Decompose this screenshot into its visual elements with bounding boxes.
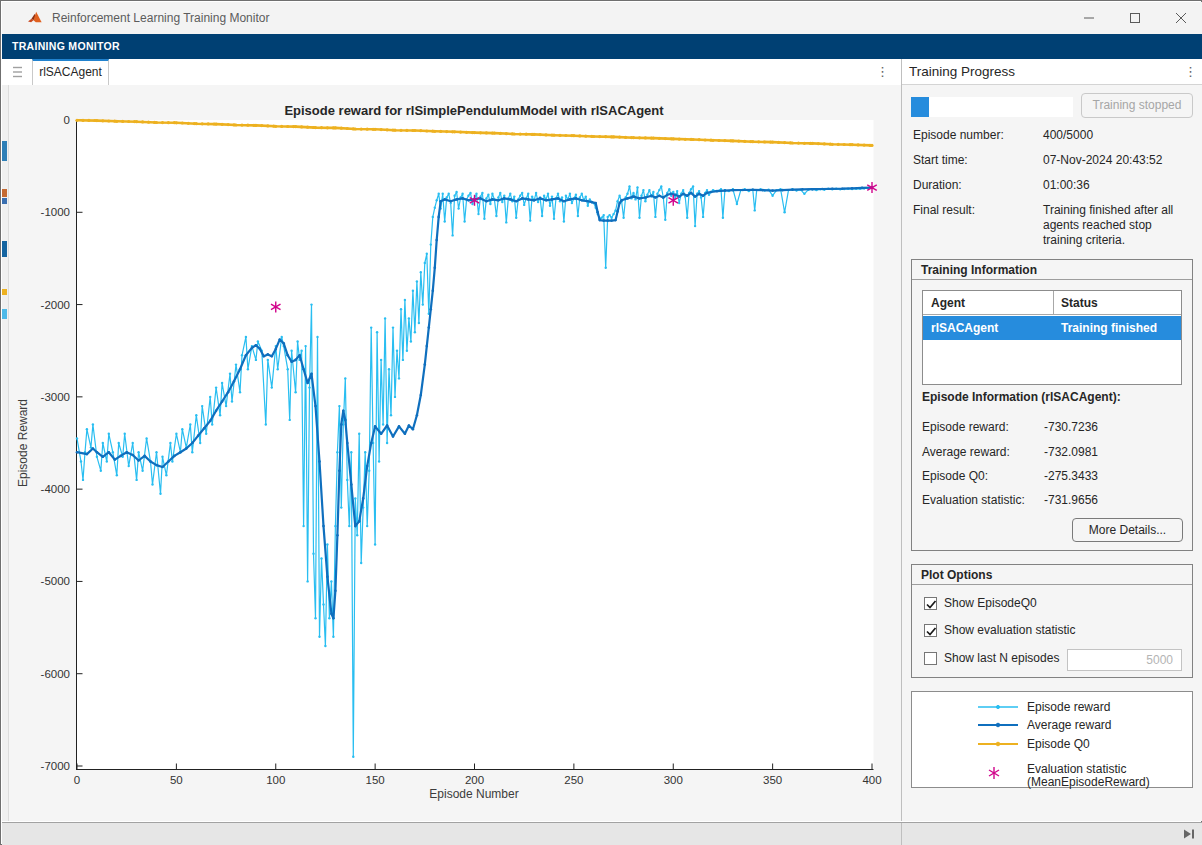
y-tick-label: -7000 xyxy=(41,760,70,772)
n-episodes-input[interactable] xyxy=(1067,649,1182,671)
y-tick-label: -3000 xyxy=(41,391,70,403)
episode-information-title: Episode Information (rlSACAgent): xyxy=(922,390,1121,404)
evaluation-statistic-label: Evaluation statistic: xyxy=(922,493,1025,507)
plot-options-section: Plot Options Show EpisodeQ0 Show evaluat… xyxy=(911,564,1193,678)
show-episodeq0-checkbox[interactable] xyxy=(924,597,937,610)
average-reward-legend-sample xyxy=(977,719,1019,731)
x-tick-label: 300 xyxy=(664,774,683,786)
x-axis-label: Episode Number xyxy=(429,787,518,801)
average-reward-label: Average reward: xyxy=(922,445,1010,459)
training-progress-fill xyxy=(911,97,929,117)
ribbon-tab-training-monitor[interactable]: TRAINING MONITOR xyxy=(12,34,120,59)
figure-area: 0 -1000 -2000 -3000 -4000 -5000 -6000 -7000 0 50 1… xyxy=(2,85,898,821)
show-evaluation-statistic-label: Show evaluation statistic xyxy=(944,624,1075,637)
title-bar: Reinforcement Learning Training Monitor xyxy=(2,2,1202,34)
chart-legend: Episode reward Average reward Episode Q0… xyxy=(911,691,1193,788)
panel-options-icon[interactable]: ⋮ xyxy=(1184,59,1197,85)
start-time-label: Start time: xyxy=(913,153,968,168)
document-tabstrip: rlSACAgent ⋮ xyxy=(2,59,901,85)
plot-area xyxy=(77,120,874,769)
evaluation-statistic-value: -731.9656 xyxy=(1044,493,1098,507)
tab-options-icon[interactable]: ⋮ xyxy=(876,59,889,85)
x-tick-label: 150 xyxy=(366,774,385,786)
evaluation-statistic-legend-sample xyxy=(986,765,1002,781)
chart-title: Episode reward for rlSimplePendulumModel… xyxy=(284,103,664,118)
table-row[interactable]: rlSACAgent Training finished xyxy=(923,316,1181,340)
legend-average-reward: Average reward xyxy=(1027,719,1112,732)
table-header-row: Agent Status xyxy=(923,291,1181,315)
maximize-button[interactable] xyxy=(1112,2,1158,34)
x-tick-label: 100 xyxy=(266,774,285,786)
column-status: Status xyxy=(1053,291,1181,315)
episode-number-label: Episode number: xyxy=(913,128,1004,143)
final-result-value: Training finished after all agents reach… xyxy=(1043,203,1189,248)
x-tick-label: 350 xyxy=(763,774,782,786)
y-tick-label: -2000 xyxy=(41,299,70,311)
average-reward-value: -732.0981 xyxy=(1044,445,1098,459)
y-axis-label: Episode Reward xyxy=(16,399,30,487)
final-result-label: Final result: xyxy=(913,203,975,218)
start-time-value: 07-Nov-2024 20:43:52 xyxy=(1043,153,1189,168)
episode-reward-value: -730.7236 xyxy=(1044,420,1098,434)
y-tick-label: 0 xyxy=(64,114,70,126)
y-tick-label: -4000 xyxy=(41,483,70,495)
x-tick-label: 200 xyxy=(465,774,484,786)
column-agent: Agent xyxy=(923,291,1053,315)
training-information-title: Training Information xyxy=(921,263,1037,277)
show-episodeq0-label: Show EpisodeQ0 xyxy=(944,597,1037,610)
y-tick-label: -5000 xyxy=(41,575,70,587)
status-cell: Training finished xyxy=(1053,316,1181,340)
episode-reward-label: Episode reward: xyxy=(922,420,1009,434)
x-tick-label: 0 xyxy=(74,774,80,786)
legend-episode-reward: Episode reward xyxy=(1027,701,1110,714)
panel-gap xyxy=(898,85,907,821)
training-stopped-button[interactable]: Training stopped xyxy=(1081,93,1193,118)
panel-title: Training Progress xyxy=(909,59,1015,85)
minimize-button[interactable] xyxy=(1066,2,1112,34)
training-progress-panel: Training Progress ⋮ Training stopped Epi… xyxy=(907,59,1202,821)
episode-q0-legend-sample xyxy=(977,738,1019,750)
header-divider xyxy=(901,59,902,821)
close-button[interactable] xyxy=(1158,2,1202,34)
episode-number-value: 400/5000 xyxy=(1043,128,1189,143)
training-progress-bar xyxy=(911,97,1073,117)
training-information-section: Training Information Agent Status rlSACA… xyxy=(911,259,1193,551)
panel-header: Training Progress ⋮ xyxy=(902,59,1202,85)
y-tick-label: -6000 xyxy=(41,668,70,680)
agent-status-table: Agent Status rlSACAgent Training finishe… xyxy=(922,290,1182,385)
tab-rlsacagent[interactable]: rlSACAgent xyxy=(32,59,109,85)
legend-evaluation-statistic-line2: (MeanEpisodeReward) xyxy=(1027,776,1150,789)
tab-grip-handle[interactable] xyxy=(12,65,24,79)
x-tick-label: 50 xyxy=(170,774,183,786)
window-title: Reinforcement Learning Training Monitor xyxy=(52,2,269,34)
tab-label: rlSACAgent xyxy=(39,65,102,79)
duration-value: 01:00:36 xyxy=(1043,178,1189,193)
duration-label: Duration: xyxy=(913,178,962,193)
show-last-n-episodes-label: Show last N episodes xyxy=(944,652,1059,665)
ribbon-bar: TRAINING MONITOR xyxy=(2,34,1202,59)
skip-to-end-icon[interactable] xyxy=(1182,828,1196,840)
more-details-button[interactable]: More Details... xyxy=(1072,518,1183,542)
y-tick-label: -1000 xyxy=(41,206,70,218)
episode-reward-legend-sample xyxy=(977,701,1019,713)
matlab-logo-icon xyxy=(28,11,42,24)
episode-q0-value: -275.3433 xyxy=(1044,469,1098,483)
show-evaluation-statistic-checkbox[interactable] xyxy=(924,624,937,637)
status-bar xyxy=(2,822,1202,845)
x-tick-label: 250 xyxy=(564,774,583,786)
legend-episode-q0: Episode Q0 xyxy=(1027,738,1090,751)
episode-q0-label: Episode Q0: xyxy=(922,469,988,483)
app-window: Reinforcement Learning Training Monitor … xyxy=(0,0,1202,845)
agent-cell: rlSACAgent xyxy=(923,316,1053,340)
status-bar-divider xyxy=(901,823,902,845)
plot-options-title: Plot Options xyxy=(921,568,992,582)
reward-chart: 0 -1000 -2000 -3000 -4000 -5000 -6000 -7000 0 50 1… xyxy=(2,85,898,821)
x-tick-label: 400 xyxy=(862,774,881,786)
show-last-n-episodes-checkbox[interactable] xyxy=(924,652,937,665)
